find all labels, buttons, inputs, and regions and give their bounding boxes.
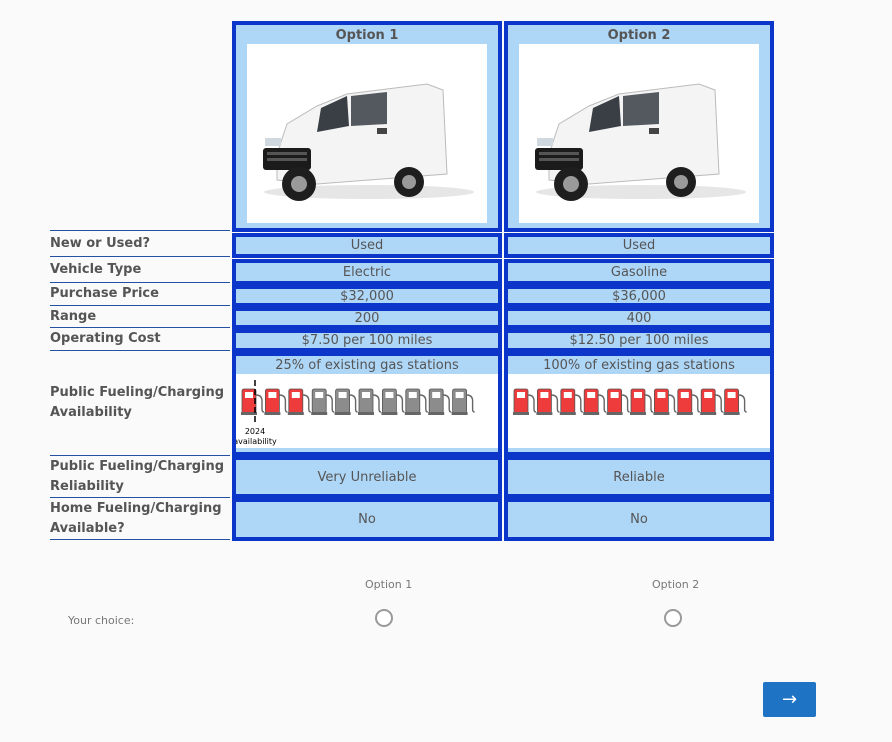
option-2-purchase-price: $36,000 (504, 285, 774, 307)
option-1-header: Option 1 (232, 21, 502, 232)
marker-caption: availability (236, 437, 277, 446)
option-1-van-image (247, 44, 487, 223)
next-button[interactable]: → (763, 682, 816, 717)
gas-pump-icon (676, 388, 700, 415)
label-vehicle-type: Vehicle Type (50, 257, 230, 283)
option-2-fueling-availability: 100% of existing gas stations (504, 352, 774, 456)
gas-pump-icon (287, 388, 311, 415)
gas-pump-icon (311, 388, 335, 415)
choice-option-2-radio[interactable] (664, 609, 682, 627)
gas-pump-icon (723, 388, 747, 415)
option-1-range: 200 (232, 307, 502, 329)
label-fueling-reliability: Public Fueling/Charging Reliability (50, 456, 230, 498)
gas-pump-icon (404, 388, 428, 415)
option-1-fueling-text: 25% of existing gas stations (275, 358, 459, 373)
label-range: Range (50, 306, 230, 328)
option-2-van-image (519, 44, 759, 223)
label-purchase-price: Purchase Price (50, 283, 230, 306)
gas-pump-icon (606, 388, 630, 415)
option-2-fueling-text: 100% of existing gas stations (543, 358, 735, 373)
marker-year: 2024 (245, 427, 265, 436)
gas-pump-icon (334, 388, 358, 415)
option-1-title: Option 1 (335, 28, 399, 43)
gas-pump-icon (583, 388, 607, 415)
gas-pump-icon (700, 388, 724, 415)
gas-pump-icon (559, 388, 583, 415)
choice-option-2-label: Option 2 (652, 578, 700, 591)
gas-pump-icon (264, 388, 288, 415)
option-2-home-fueling: No (504, 498, 774, 541)
option-1-reliability: Very Unreliable (232, 456, 502, 498)
option-2-pump-strip (508, 374, 770, 448)
option-2-reliability: Reliable (504, 456, 774, 498)
choice-prompt: Your choice: (68, 614, 135, 627)
label-home-fueling: Home Fueling/Charging Available? (50, 498, 230, 540)
choice-option-1-radio[interactable] (375, 609, 393, 627)
gas-pump-icon (381, 388, 405, 415)
option-2-vehicle-type: Gasoline (504, 259, 774, 285)
choice-option-1-label: Option 1 (365, 578, 413, 591)
option-1-vehicle-type: Electric (232, 259, 502, 285)
label-new-or-used: New or Used? (50, 230, 230, 257)
option-1-operating-cost: $7.50 per 100 miles (232, 329, 502, 352)
option-2-header: Option 2 (504, 21, 774, 232)
option-1-home-fueling: No (232, 498, 502, 541)
option-1-pump-strip: 2024 availability (233, 374, 498, 448)
gas-pump-icon (428, 388, 452, 415)
label-fueling-availability: Public Fueling/Charging Availability (50, 351, 230, 456)
option-2-title: Option 2 (607, 28, 671, 43)
option-2-range: 400 (504, 307, 774, 329)
option-2-new-or-used: Used (504, 233, 774, 258)
gas-pump-icon (653, 388, 677, 415)
gas-pump-icon (536, 388, 560, 415)
option-2-operating-cost: $12.50 per 100 miles (504, 329, 774, 352)
gas-pump-icon (513, 388, 537, 415)
gas-pump-icon (241, 388, 265, 415)
option-1-purchase-price: $32,000 (232, 285, 502, 307)
label-operating-cost: Operating Cost (50, 328, 230, 351)
option-1-fueling-availability: 25% of existing gas stations 2024 availab… (232, 352, 502, 456)
option-1-new-or-used: Used (232, 233, 502, 258)
gas-pump-icon (451, 388, 475, 415)
gas-pump-icon (358, 388, 382, 415)
gas-pump-icon (630, 388, 654, 415)
